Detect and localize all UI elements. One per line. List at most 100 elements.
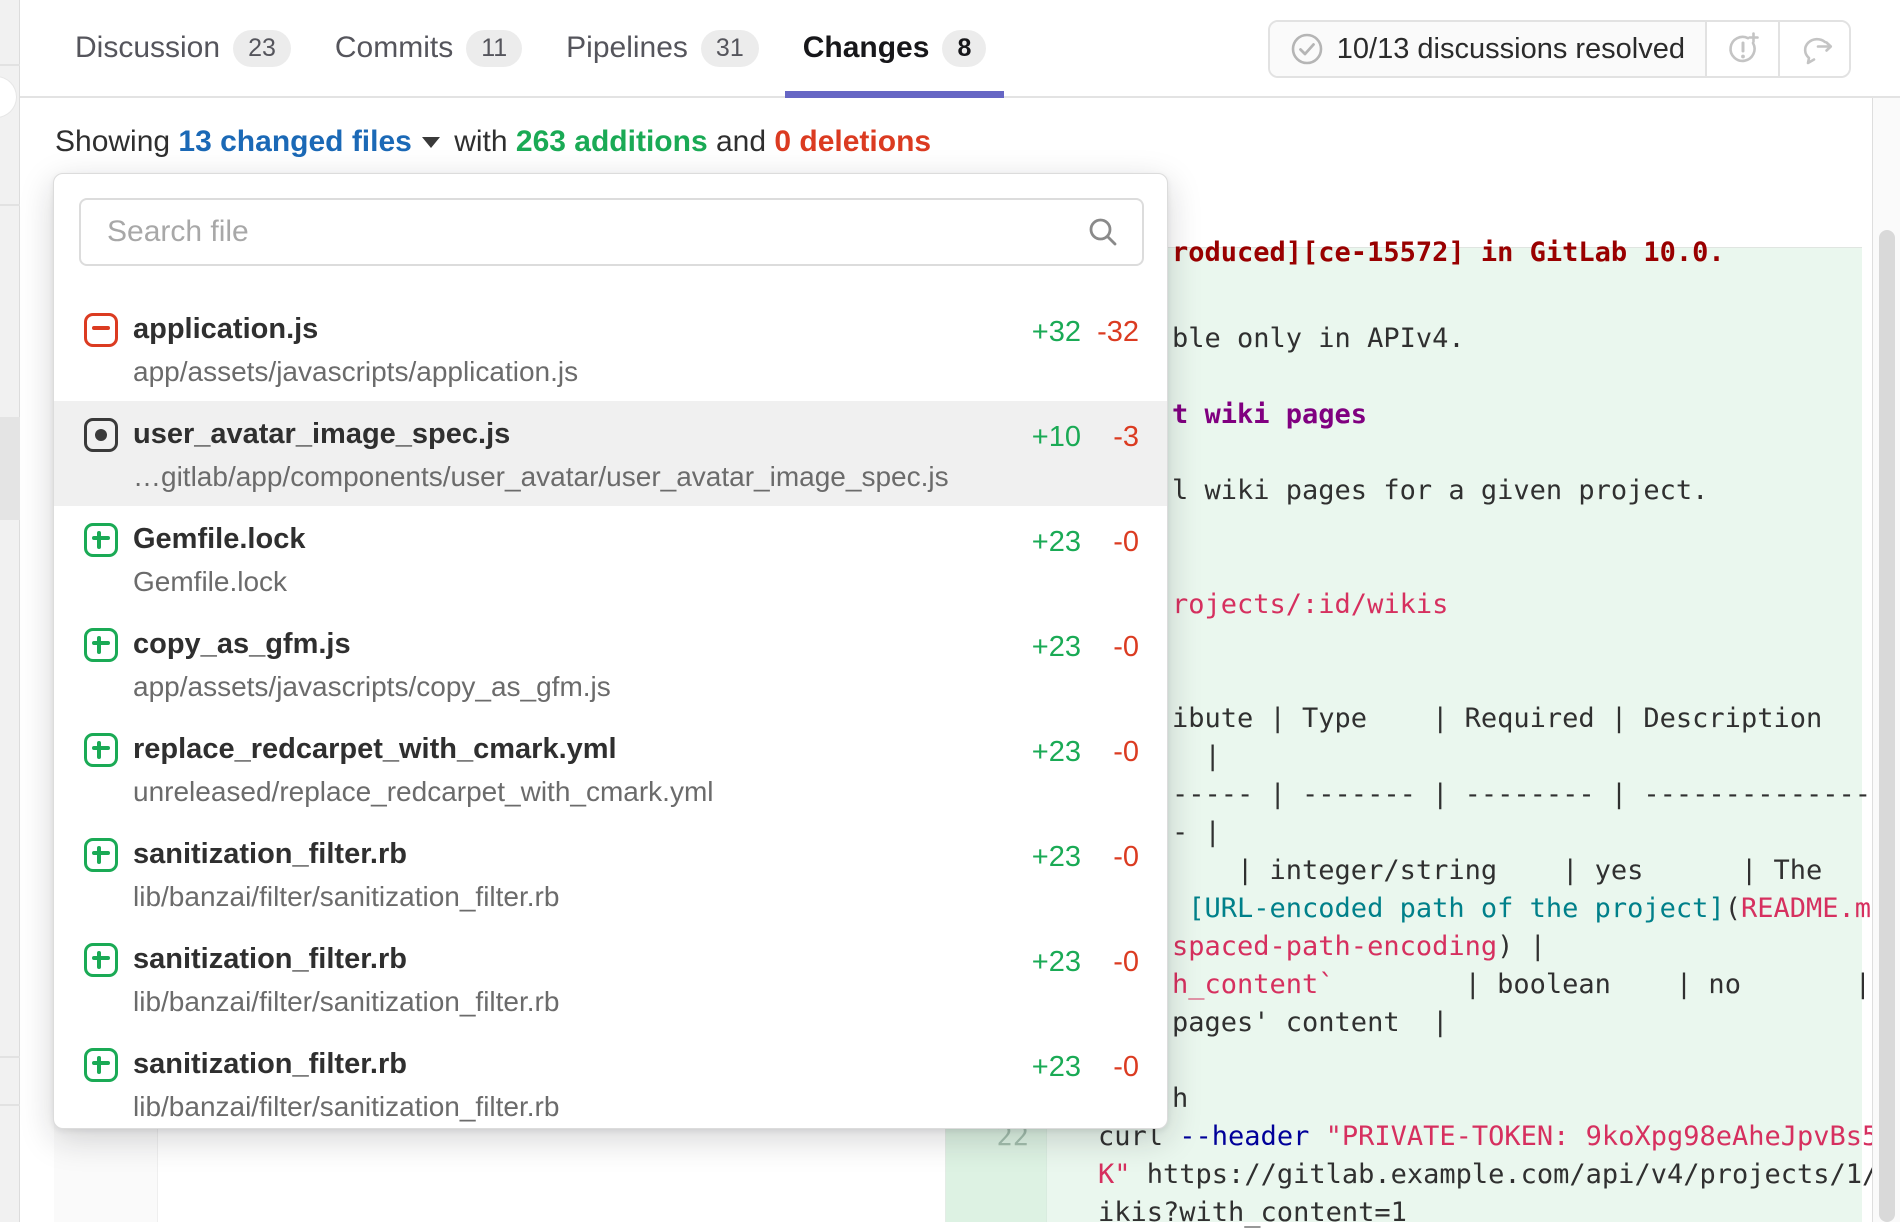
file-list-item[interactable]: user_avatar_image_spec.js …gitlab/app/co… [54,401,1167,506]
diff-code-line: ----- | ------- | -------- | -----------… [1172,776,1887,814]
additions-count: +23 [991,1045,1081,1089]
diff-code-line: spaced-path-encoding) | [1172,928,1546,966]
file-status-icon [84,733,118,767]
diff-code-line: ibute | Type | Required | Description [1172,700,1822,738]
changed-file-list: application.js app/assets/javascripts/ap… [54,296,1167,1136]
merge-request-tab-bar: Discussion 23 Commits 11 Pipelines 31 Ch… [20,0,1900,98]
tab-count-badge: 31 [701,30,759,67]
file-path: Gemfile.lock [133,564,991,600]
file-name: Gemfile.lock [133,520,991,558]
file-switcher-dropdown: application.js app/assets/javascripts/ap… [53,173,1168,1129]
diff-code-line: ikis?with_content=1 [1098,1194,1407,1232]
tab-count-badge: 11 [466,30,522,67]
deletions-count: -0 [1081,835,1139,879]
diff-code-line: [URL-encoded path of the project](README… [1172,890,1871,928]
summary-showing-text: Showing [55,125,170,158]
deletions-count: -0 [1081,520,1139,564]
diff-code-line: - | [1172,814,1221,852]
additions-count: +23 [991,520,1081,564]
tab-discussion[interactable]: Discussion 23 [75,0,291,96]
tab-commits[interactable]: Commits 11 [335,0,522,96]
file-name: copy_as_gfm.js [133,625,991,663]
file-name: replace_redcarpet_with_cmark.yml [133,730,991,768]
diff-code-line: | integer/string | yes | The [1172,852,1822,890]
tab-label: Pipelines [566,31,688,65]
file-list-item[interactable]: copy_as_gfm.js app/assets/javascripts/co… [54,611,1167,716]
file-status-icon [84,313,118,347]
strip-divider [0,1104,20,1106]
diff-code-line: pages' content | [1172,1004,1448,1042]
file-name: sanitization_filter.rb [133,1045,991,1083]
strip-avatar-notch [0,77,16,117]
file-path: app/assets/javascripts/copy_as_gfm.js [133,669,991,705]
file-list-item[interactable]: Gemfile.lock Gemfile.lock +23 -0 [54,506,1167,611]
changed-files-dropdown-link[interactable]: 13 changed files [178,125,411,158]
strip-selected-block [0,417,20,520]
additions-count: +23 [991,730,1081,774]
new-issue-icon [1724,30,1762,68]
file-list-item[interactable]: sanitization_filter.rb lib/banzai/filter… [54,926,1167,1031]
file-status-icon [84,943,118,977]
file-status-icon [84,1048,118,1082]
additions-count: +23 [991,625,1081,669]
file-path: …gitlab/app/components/user_avatar/user_… [133,459,991,495]
tab-pipelines[interactable]: Pipelines 31 [566,0,759,96]
diff-code-line: ble only in APIv4. [1172,320,1465,358]
file-path: lib/banzai/filter/sanitization_filter.rb [133,1089,991,1125]
file-name: sanitization_filter.rb [133,835,991,873]
deletions-count: -0 [1081,625,1139,669]
deletions-count: -0 [1081,730,1139,774]
diff-code-line: | [1172,738,1221,776]
scrollbar-track[interactable] [1872,0,1900,1222]
check-circle-icon [1290,32,1324,66]
diff-code-line: l wiki pages for a given project. [1172,472,1708,510]
search-file-input[interactable] [79,198,1144,266]
additions-count: +23 [991,835,1081,879]
file-name: user_avatar_image_spec.js [133,415,991,453]
file-name: sanitization_filter.rb [133,940,991,978]
left-edge-panel [0,0,20,1222]
file-status-icon [84,838,118,872]
file-status-icon [84,523,118,557]
scrollbar-thumb[interactable] [1879,230,1895,1222]
diff-code-line: rojects/:id/wikis [1172,586,1448,624]
tabs: Discussion 23 Commits 11 Pipelines 31 Ch… [75,0,986,96]
resolve-with-issue-button[interactable] [1707,22,1778,76]
strip-divider [0,1056,20,1058]
tab-changes[interactable]: Changes 8 [803,0,987,96]
file-path: lib/banzai/filter/sanitization_filter.rb [133,879,991,915]
changed-files-summary: Showing 13 changed files with 263 additi… [55,122,931,162]
tab-count-badge: 8 [942,30,986,67]
search-icon [1086,215,1120,249]
file-list-item[interactable]: sanitization_filter.rb lib/banzai/filter… [54,821,1167,926]
deletions-count: -0 [1081,940,1139,984]
file-status-icon [84,628,118,662]
diff-code-line: h_content` | boolean | no | In [1172,966,1900,1004]
summary-with-text: with [454,125,507,158]
file-list-item[interactable]: application.js app/assets/javascripts/ap… [54,296,1167,401]
additions-count: +10 [991,415,1081,459]
strip-divider [0,204,20,206]
file-list-item[interactable]: replace_redcarpet_with_cmark.yml unrelea… [54,716,1167,821]
summary-and-text: and [716,125,766,158]
file-path: lib/banzai/filter/sanitization_filter.rb [133,984,991,1020]
jump-to-next-discussion-button[interactable] [1778,22,1849,76]
deletions-count: -3 [1081,415,1139,459]
file-list-item[interactable]: sanitization_filter.rb lib/banzai/filter… [54,1031,1167,1136]
discussions-resolved-status: 10/13 discussions resolved [1270,22,1707,76]
tab-label: Changes [803,31,930,65]
discussions-resolved-group: 10/13 discussions resolved [1268,20,1851,78]
deletions-count: -0 [1081,1045,1139,1089]
diff-code-line: t wiki pages [1172,396,1367,434]
chevron-down-icon[interactable] [422,137,440,148]
file-path: unreleased/replace_redcarpet_with_cmark.… [133,774,991,810]
tab-label: Discussion [75,31,220,65]
diff-code-line: h [1172,1080,1188,1118]
file-path: app/assets/javascripts/application.js [133,354,991,390]
diff-code-line: curl --header "PRIVATE-TOKEN: 9koXpg98eA… [1098,1118,1895,1156]
diff-code-line: roduced][ce-15572] in GitLab 10.0. [1172,234,1725,272]
additions-total: 263 additions [516,125,708,158]
deletions-count: -32 [1081,310,1139,354]
file-status-icon [84,418,118,452]
discussions-resolved-label: 10/13 discussions resolved [1337,33,1685,66]
